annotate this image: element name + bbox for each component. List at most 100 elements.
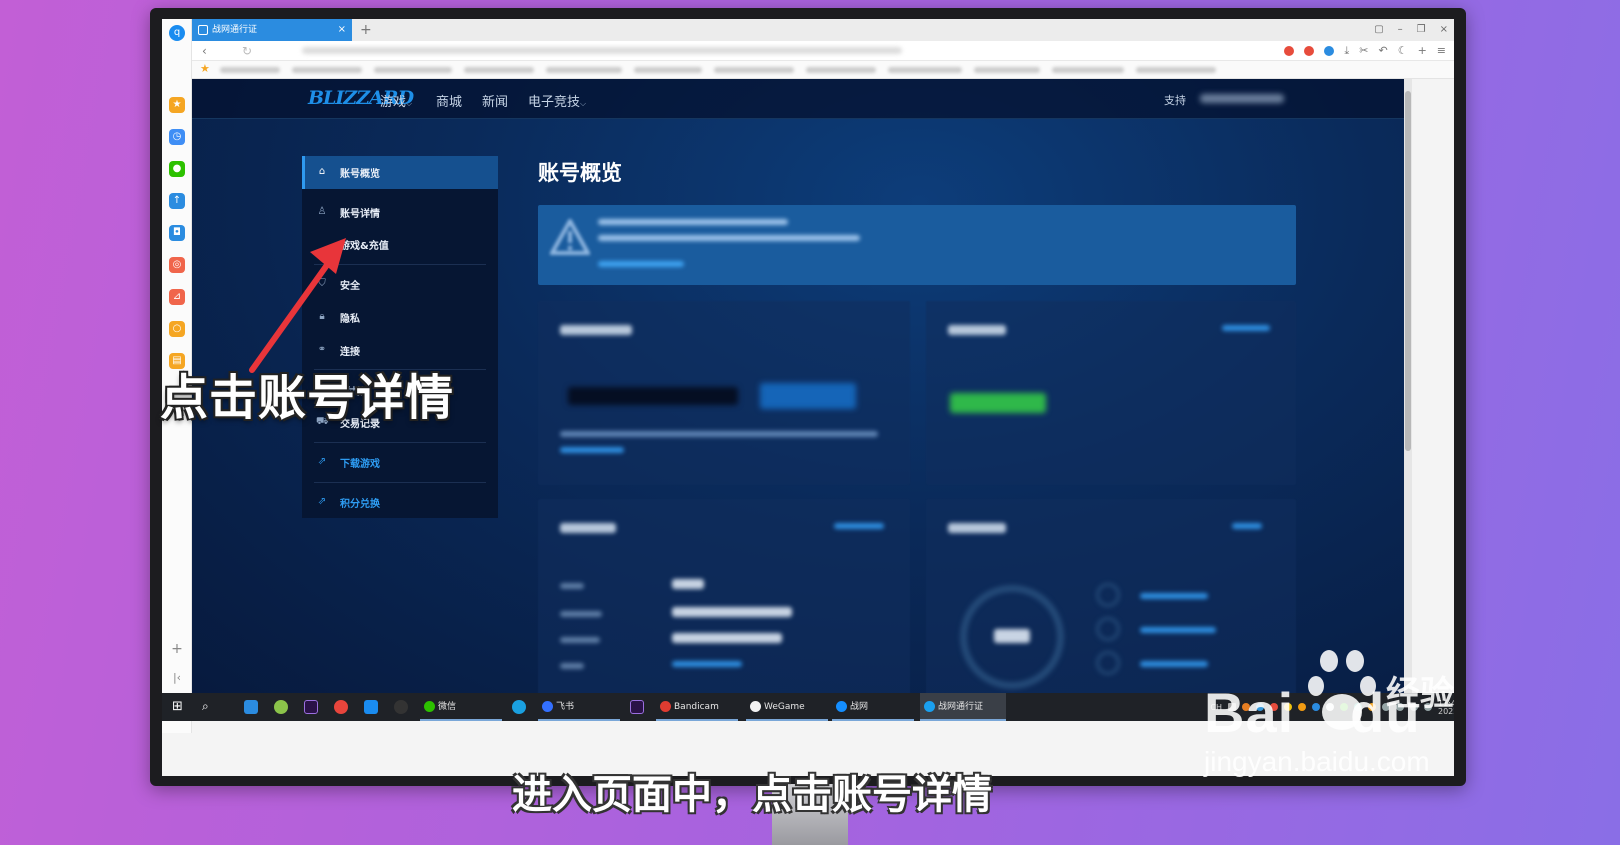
premiere-icon[interactable]: [630, 700, 644, 714]
bookmark-item[interactable]: [220, 67, 280, 73]
home-icon: ⌂: [318, 166, 326, 177]
browser-toolbar: ⤓ ✂ ↶ ☾ + ≡: [1284, 41, 1446, 61]
minimize-icon[interactable]: –: [1398, 19, 1403, 41]
paw-icon: [1346, 650, 1364, 672]
alert-text: [598, 219, 788, 225]
security-item[interactable]: [1140, 593, 1208, 599]
card-link[interactable]: [560, 447, 624, 453]
tab-active[interactable]: 战网通行证 ×: [192, 19, 352, 41]
sidebar-item-points-redeem[interactable]: ⇗ 积分兑换: [302, 488, 498, 518]
user-menu[interactable]: [1200, 94, 1284, 103]
favorites-icon[interactable]: ★: [169, 97, 185, 113]
card-link[interactable]: [1222, 325, 1270, 331]
taskbar-app-battlenet-pass[interactable]: 战网通行证: [920, 693, 1006, 721]
restore-icon[interactable]: ❐: [1417, 19, 1426, 41]
shield-icon: ⛉: [318, 278, 326, 289]
chevron-down-icon: ⌵: [580, 99, 587, 108]
photos-icon[interactable]: [244, 700, 258, 714]
scrollbar-thumb[interactable]: [1405, 91, 1411, 451]
warning-icon: [550, 219, 590, 255]
bookmark-item[interactable]: [888, 67, 962, 73]
alert-link[interactable]: [598, 261, 684, 267]
wechat-icon[interactable]: ●: [169, 161, 185, 177]
browser-icon[interactable]: [364, 700, 378, 714]
card-link[interactable]: [834, 523, 884, 529]
chrome-icon[interactable]: [334, 700, 348, 714]
taskbar-app-wegame[interactable]: WeGame: [746, 693, 828, 721]
sidebar-item-label: 账号详情: [340, 209, 380, 220]
extension-red2-icon[interactable]: [1304, 46, 1315, 56]
bookmark-item[interactable]: [974, 67, 1040, 73]
premiere-icon[interactable]: [304, 700, 318, 714]
extension-blue-icon[interactable]: [1324, 46, 1335, 56]
edge-icon[interactable]: [512, 700, 526, 714]
bookmark-item[interactable]: [714, 67, 794, 73]
shop-icon[interactable]: ◎: [169, 257, 185, 273]
redeem-button[interactable]: [760, 383, 856, 409]
bookmark-item[interactable]: [806, 67, 876, 73]
sidebar-item-games-recharge[interactable]: 游戏&充值: [302, 230, 498, 260]
bookmark-item[interactable]: [1136, 67, 1216, 73]
running-indicator: [920, 719, 1006, 721]
night-mode-icon[interactable]: ☾: [1398, 41, 1408, 61]
reload-icon[interactable]: ↻: [242, 41, 252, 61]
taskbar-app-battlenet[interactable]: 战网: [832, 693, 914, 721]
security-item[interactable]: [1140, 627, 1216, 633]
search-tool-icon[interactable]: ○: [169, 321, 185, 337]
browser-logo-icon[interactable]: q: [169, 25, 185, 41]
sidebar-item-overview[interactable]: ⌂ 账号概览: [302, 158, 498, 188]
sidebar-item-label: 积分兑换: [340, 499, 380, 510]
history-icon[interactable]: ◷: [169, 129, 185, 145]
menu-icon[interactable]: ≡: [1437, 41, 1446, 61]
taskbar-app-bandicam[interactable]: Bandicam: [656, 693, 738, 721]
nav-shop[interactable]: 商城: [436, 91, 462, 110]
extension-red-icon[interactable]: [1284, 46, 1295, 56]
skin-icon[interactable]: ▢: [1374, 19, 1383, 41]
scissors-icon[interactable]: ✂: [1359, 41, 1368, 61]
page-scrollbar[interactable]: [1404, 79, 1412, 693]
collapse-icon[interactable]: |‹: [162, 671, 192, 684]
bookmark-item[interactable]: [634, 67, 702, 73]
taskbar-app-feishu[interactable]: 飞书: [538, 693, 620, 721]
game-icon[interactable]: ◘: [169, 225, 185, 241]
running-indicator: [538, 719, 620, 721]
search-icon[interactable]: ⌕: [202, 699, 209, 714]
upload-icon[interactable]: ↑: [169, 193, 185, 209]
tab-close-icon[interactable]: ×: [338, 19, 346, 41]
divider: [314, 482, 486, 483]
bookmark-item[interactable]: [546, 67, 622, 73]
add-icon[interactable]: +: [1418, 41, 1427, 61]
windows-start-icon[interactable]: ⊞: [172, 699, 183, 714]
divider: [314, 442, 486, 443]
bookmark-item[interactable]: [292, 67, 362, 73]
bookmark-item[interactable]: [464, 67, 534, 73]
close-window-icon[interactable]: ×: [1440, 19, 1448, 41]
link-icon: ⚭: [317, 344, 327, 355]
bookmark-item[interactable]: [1052, 67, 1124, 73]
pdf-icon[interactable]: ⊿: [169, 289, 185, 305]
sidebar-item-account-details[interactable]: ♙ 账号详情: [302, 198, 498, 228]
back-icon[interactable]: ‹: [202, 41, 207, 61]
taskbar-app-wechat[interactable]: 微信: [420, 693, 502, 721]
app-icon[interactable]: [274, 700, 288, 714]
qq-icon[interactable]: [394, 700, 408, 714]
nav-esports[interactable]: 电子竞技⌵: [528, 91, 586, 110]
url-field[interactable]: [302, 47, 902, 54]
new-tab-button[interactable]: +: [360, 19, 372, 41]
security-item[interactable]: [1140, 661, 1208, 667]
nav-news[interactable]: 新闻: [482, 91, 508, 110]
field-value[interactable]: [672, 661, 742, 667]
bookmark-item[interactable]: [374, 67, 452, 73]
sidebar-item-security[interactable]: ⛉ 安全: [302, 270, 498, 300]
sidebar-item-download-games[interactable]: ⇗ 下载游戏: [302, 448, 498, 478]
bookmark-star-icon[interactable]: ★: [200, 62, 210, 75]
download-icon[interactable]: ⤓: [1344, 41, 1349, 61]
chevron-down-icon: ⌵: [406, 99, 413, 108]
nav-games[interactable]: 游戏⌵: [380, 91, 412, 110]
sidebar-item-privacy[interactable]: 🔒︎ 隐私: [302, 303, 498, 333]
undo-icon[interactable]: ↶: [1378, 41, 1387, 61]
add-icon[interactable]: +: [162, 641, 192, 657]
card-link[interactable]: [1232, 523, 1262, 529]
support-link[interactable]: 支持: [1164, 92, 1186, 108]
code-input[interactable]: [568, 387, 738, 405]
